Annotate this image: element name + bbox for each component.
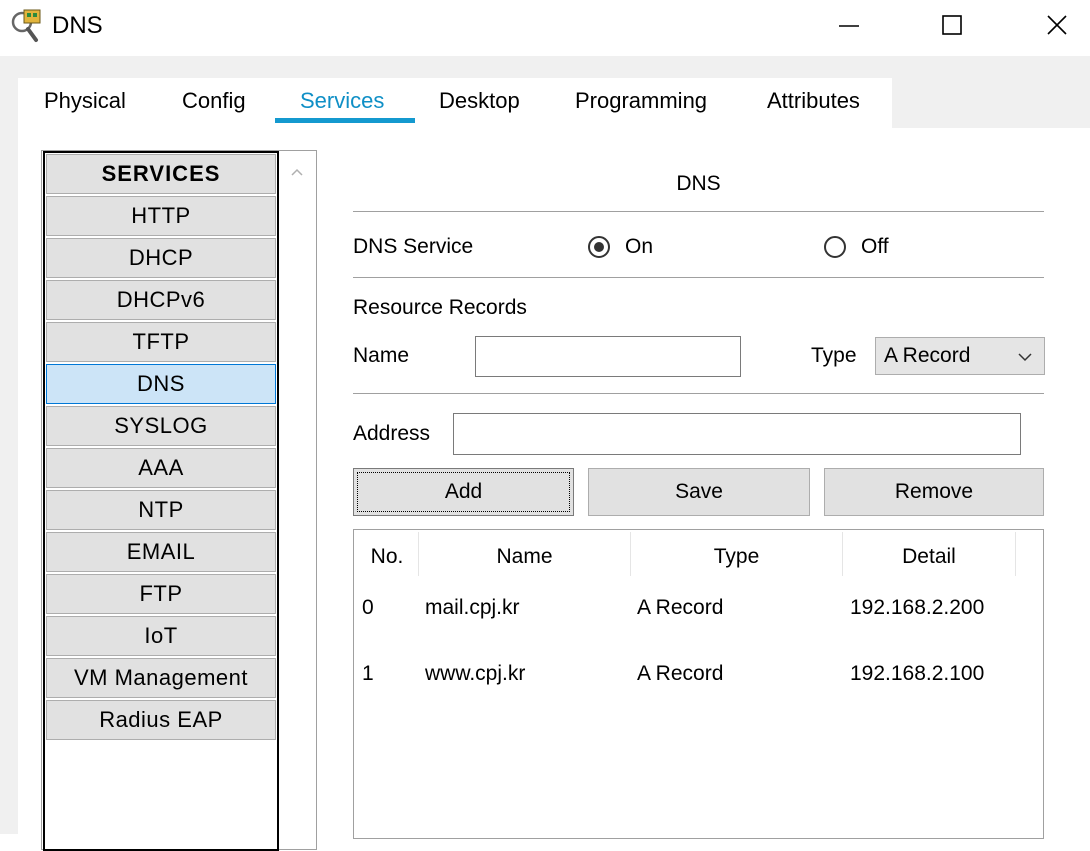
sidebar-item-radius-eap[interactable]: Radius EAP: [46, 700, 276, 740]
type-select-value: A Record: [884, 344, 971, 367]
chevron-down-icon: [1018, 353, 1032, 362]
row-1-type[interactable]: A Record: [637, 662, 723, 686]
row-0-name[interactable]: mail.cpj.kr: [425, 596, 520, 620]
remove-button[interactable]: Remove: [824, 468, 1044, 516]
sidebar-item-aaa[interactable]: AAA: [46, 448, 276, 488]
name-label: Name: [353, 344, 410, 367]
sidebar-item-dns[interactable]: DNS: [46, 364, 276, 404]
tab-physical[interactable]: Physical: [44, 88, 126, 114]
save-button[interactable]: Save: [588, 468, 810, 516]
maximize-button[interactable]: [921, 0, 983, 50]
sidebar-item-syslog[interactable]: SYSLOG: [46, 406, 276, 446]
window-title: DNS: [52, 12, 103, 39]
scroll-up-button[interactable]: [287, 162, 307, 182]
active-tab-indicator: [275, 118, 415, 123]
sidebar-item-email[interactable]: EMAIL: [46, 532, 276, 572]
tab-config[interactable]: Config: [182, 88, 246, 114]
tab-programming[interactable]: Programming: [575, 88, 707, 114]
divider: [353, 277, 1044, 278]
dns-on-radio[interactable]: [588, 236, 610, 258]
chevron-up-icon: [291, 168, 303, 176]
tab-strip: Physical Config Services Desktop Program…: [18, 78, 892, 128]
resource-records-label: Resource Records: [353, 296, 527, 319]
row-0-type[interactable]: A Record: [637, 596, 723, 620]
close-icon: [1047, 15, 1067, 35]
sidebar-item-dhcp[interactable]: DHCP: [46, 238, 276, 278]
row-0-detail[interactable]: 192.168.2.200: [850, 596, 984, 620]
dns-service-label: DNS Service: [353, 235, 474, 258]
row-1-name[interactable]: www.cpj.kr: [425, 662, 525, 686]
tab-services[interactable]: Services: [300, 88, 384, 114]
column-separator: [1015, 532, 1016, 576]
sidebar-item-ntp[interactable]: NTP: [46, 490, 276, 530]
tab-attributes[interactable]: Attributes: [767, 88, 860, 114]
row-1-no[interactable]: 1: [362, 662, 374, 686]
sidebar-item-iot[interactable]: IoT: [46, 616, 276, 656]
column-header-type[interactable]: Type: [631, 538, 842, 576]
dns-off-radio[interactable]: [824, 236, 846, 258]
column-header-no[interactable]: No.: [356, 538, 418, 576]
column-header-detail[interactable]: Detail: [843, 538, 1015, 576]
sidebar-item-tftp[interactable]: TFTP: [46, 322, 276, 362]
tab-desktop[interactable]: Desktop: [439, 88, 520, 114]
address-label: Address: [353, 422, 431, 445]
dns-off-label[interactable]: Off: [861, 235, 889, 259]
sidebar-item-ftp[interactable]: FTP: [46, 574, 276, 614]
row-0-no[interactable]: 0: [362, 596, 374, 620]
minimize-button[interactable]: [818, 0, 880, 50]
maximize-icon: [942, 15, 962, 35]
name-input[interactable]: [475, 336, 741, 377]
divider: [353, 393, 1044, 394]
sidebar-item-http[interactable]: HTTP: [46, 196, 276, 236]
type-label: Type: [811, 344, 857, 367]
column-header-name[interactable]: Name: [419, 538, 630, 576]
panel-title: DNS: [676, 172, 721, 195]
sidebar-item-dhcpv6[interactable]: DHCPv6: [46, 280, 276, 320]
records-table[interactable]: No. Name Type Detail 0 mail.cpj.kr A Rec…: [353, 529, 1044, 839]
app-icon: [10, 8, 46, 44]
title-bar: DNS: [0, 0, 1090, 56]
row-1-detail[interactable]: 192.168.2.100: [850, 662, 984, 686]
add-button[interactable]: Add: [353, 468, 574, 516]
services-header: SERVICES: [46, 154, 276, 194]
divider: [353, 211, 1044, 212]
close-button[interactable]: [1026, 0, 1088, 50]
dns-on-label[interactable]: On: [625, 235, 653, 259]
minimize-icon: [839, 25, 859, 27]
type-select[interactable]: A Record: [875, 337, 1045, 375]
address-input[interactable]: [453, 413, 1021, 455]
sidebar-item-vm-management[interactable]: VM Management: [46, 658, 276, 698]
